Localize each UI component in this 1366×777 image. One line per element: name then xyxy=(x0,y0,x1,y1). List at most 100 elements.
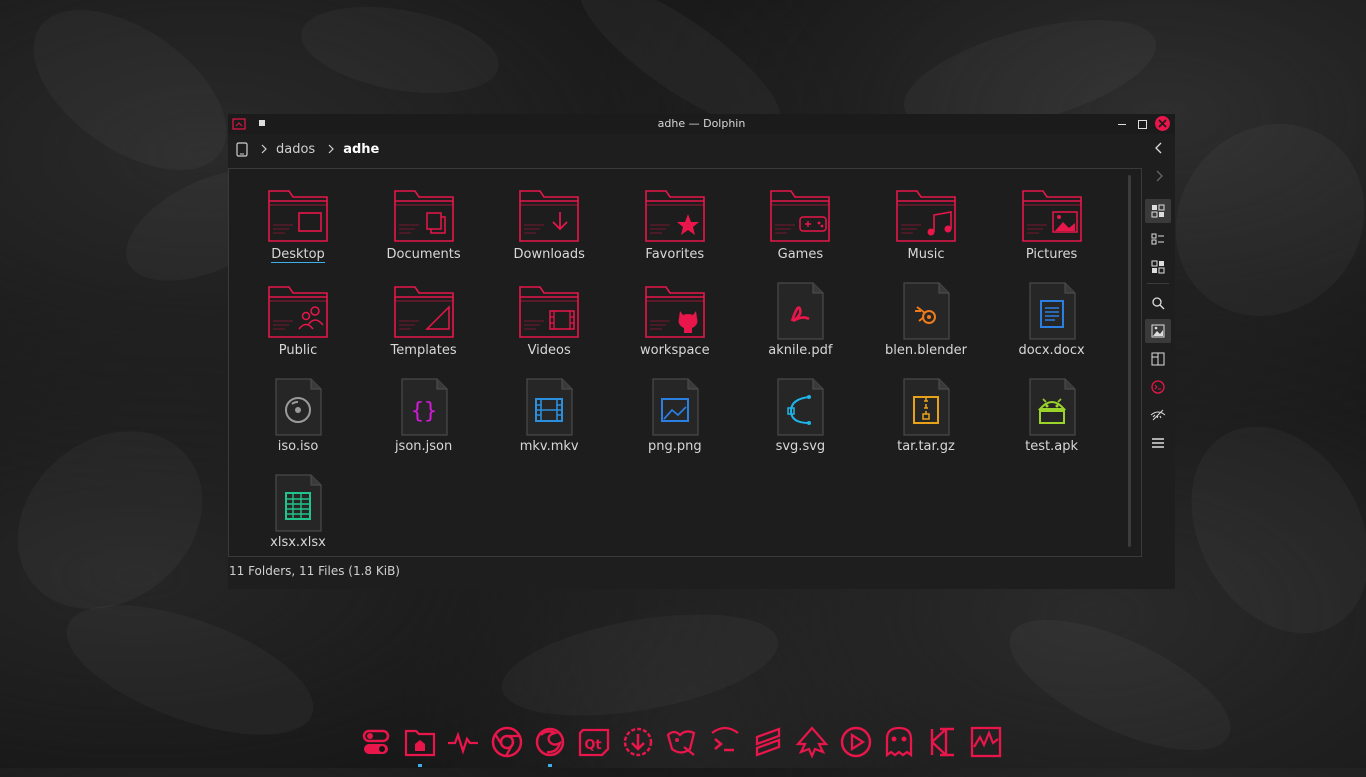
terminal-button[interactable] xyxy=(1145,375,1171,399)
search-button[interactable] xyxy=(1145,291,1171,315)
breadcrumb: dados adhe xyxy=(228,134,1138,164)
hamburger-menu-icon xyxy=(1152,438,1164,448)
close-button[interactable] xyxy=(1155,116,1170,131)
dock-item-inkscape[interactable] xyxy=(794,722,830,762)
forward-arrow-icon[interactable] xyxy=(1152,169,1166,183)
item-label: Videos xyxy=(527,343,571,358)
minimize-button[interactable] xyxy=(1114,116,1130,132)
breadcrumb-item-dados[interactable]: dados xyxy=(276,142,315,157)
dock-item-home-folder[interactable] xyxy=(402,722,438,767)
dolphin-window: adhe — Dolphin dados adhe Desktop Docume… xyxy=(228,114,1175,589)
details-view-button[interactable] xyxy=(1145,227,1171,251)
main-menu-button[interactable] xyxy=(1145,431,1171,455)
dock-item-terminal[interactable] xyxy=(707,722,743,762)
file-item-json-json[interactable]: {} json.json xyxy=(369,377,479,473)
item-label: mkv.mkv xyxy=(519,439,579,454)
vertical-scrollbar[interactable] xyxy=(1128,175,1131,547)
dock-item-qt-creator[interactable]: Qt xyxy=(576,722,612,762)
firefox-icon xyxy=(536,727,565,757)
folder-item-pictures[interactable]: Pictures xyxy=(997,185,1107,281)
dock-item-toggle-settings[interactable] xyxy=(358,722,394,762)
running-indicator xyxy=(417,764,422,767)
file-item-svg-svg[interactable]: svg.svg xyxy=(745,377,855,473)
gimp-icon xyxy=(666,730,696,756)
activity-icon xyxy=(971,726,1002,758)
chromium-icon xyxy=(491,726,523,758)
inkscape-icon xyxy=(795,726,829,759)
title-bar[interactable]: adhe — Dolphin xyxy=(228,114,1175,134)
item-label: svg.svg xyxy=(775,439,826,454)
item-label: png.png xyxy=(647,439,702,454)
folder-item-templates[interactable]: Templates xyxy=(369,281,479,377)
folder-gamepad-icon xyxy=(770,190,831,242)
dock-item-sublime-text[interactable] xyxy=(750,722,786,762)
item-label: Favorites xyxy=(645,247,705,262)
folder-item-videos[interactable]: Videos xyxy=(494,281,604,377)
dock-item-ghost[interactable] xyxy=(881,722,917,762)
ghost-icon xyxy=(886,726,913,758)
folder-people-icon xyxy=(268,286,328,338)
item-label: xlsx.xlsx xyxy=(270,535,326,550)
film-file-icon xyxy=(526,378,573,436)
file-item-docx-docx[interactable]: docx.docx xyxy=(997,281,1107,377)
file-item-iso-iso[interactable]: iso.iso xyxy=(243,377,353,473)
image-file-icon xyxy=(652,378,699,436)
file-icon-view[interactable]: Desktop Documents Downloads Favorites Ga… xyxy=(228,168,1142,557)
file-item-aknile-pdf[interactable]: aknile.pdf xyxy=(745,281,855,377)
item-label: tar.tar.gz xyxy=(897,439,955,454)
folder-item-workspace[interactable]: workspace xyxy=(620,281,730,377)
dock-item-chromium[interactable] xyxy=(489,722,525,762)
file-item-tar-tar-gz[interactable]: tar.tar.gz xyxy=(871,377,981,473)
item-label: Documents xyxy=(386,247,461,262)
item-label: Templates xyxy=(390,343,457,358)
hidden-files-button[interactable] xyxy=(1145,403,1171,427)
preview-icon xyxy=(1151,324,1165,338)
close-icon xyxy=(1158,119,1167,128)
dock-item-activity[interactable] xyxy=(968,722,1004,762)
dock-item-kde-connect[interactable] xyxy=(925,722,961,762)
folder-item-downloads[interactable]: Downloads xyxy=(494,185,604,281)
dock-item-system-monitor[interactable] xyxy=(445,722,481,762)
file-item-blen-blender[interactable]: blen.blender xyxy=(871,281,981,377)
folder-item-favorites[interactable]: Favorites xyxy=(620,185,730,281)
media-player-icon xyxy=(840,726,871,758)
file-item-png-png[interactable]: png.png xyxy=(620,377,730,473)
folder-download-icon xyxy=(519,190,579,242)
item-label: aknile.pdf xyxy=(768,343,833,358)
folder-template-icon xyxy=(393,286,454,338)
folder-item-public[interactable]: Public xyxy=(243,281,353,377)
item-label: Desktop xyxy=(271,247,325,263)
folder-item-desktop[interactable]: Desktop xyxy=(243,185,353,281)
home-folder-icon xyxy=(404,729,435,757)
dock-item-software-updater[interactable] xyxy=(620,722,656,762)
file-item-xlsx-xlsx[interactable]: xlsx.xlsx xyxy=(243,473,353,569)
system-monitor-icon xyxy=(448,731,479,755)
folder-item-documents[interactable]: Documents xyxy=(369,185,479,281)
folder-desktop-icon xyxy=(268,190,328,242)
item-label: blen.blender xyxy=(885,343,967,358)
preview-button[interactable] xyxy=(1145,319,1171,343)
blender-file-icon xyxy=(903,282,950,340)
split-view-button[interactable] xyxy=(1145,347,1171,371)
split-view-icon xyxy=(1151,352,1165,366)
dock-item-media-player[interactable] xyxy=(838,722,874,762)
dock-item-firefox[interactable] xyxy=(532,722,568,767)
item-label: Music xyxy=(907,247,945,262)
item-label: Downloads xyxy=(513,247,585,262)
back-arrow-icon[interactable] xyxy=(1152,141,1166,155)
terminal-icon xyxy=(711,726,739,752)
sublime-text-icon xyxy=(756,727,781,757)
folder-item-games[interactable]: Games xyxy=(745,185,855,281)
folder-item-music[interactable]: Music xyxy=(871,185,981,281)
tablet-device-icon[interactable] xyxy=(236,141,248,157)
compact-view-button[interactable] xyxy=(1145,255,1171,279)
file-item-mkv-mkv[interactable]: mkv.mkv xyxy=(494,377,604,473)
folder-music-icon xyxy=(896,190,956,242)
dock-item-gimp[interactable] xyxy=(663,722,699,762)
item-label: test.apk xyxy=(1025,439,1079,454)
breadcrumb-item-adhe[interactable]: adhe xyxy=(343,142,379,157)
file-item-test-apk[interactable]: test.apk xyxy=(997,377,1107,473)
maximize-button[interactable] xyxy=(1134,116,1150,132)
svg-text:Qt: Qt xyxy=(584,738,601,753)
icons-view-button[interactable] xyxy=(1145,199,1171,223)
